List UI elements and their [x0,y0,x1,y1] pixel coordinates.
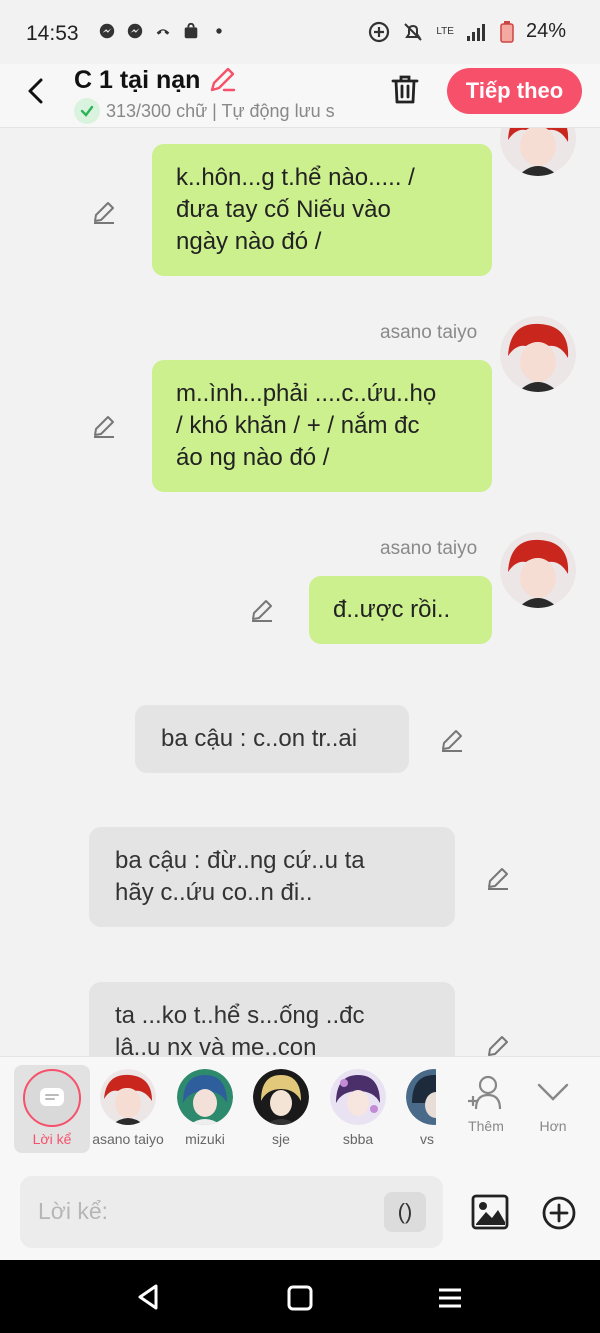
network-type: LTE [436,25,454,37]
dot-icon [216,28,222,34]
message-bubble[interactable]: m..ình...phải ....c..ứu..họ / khó khăn /… [152,360,492,492]
nav-recents-icon[interactable] [436,1284,464,1312]
call-icon [156,29,170,35]
add-label: Thêm [468,1118,504,1134]
character-vs[interactable]: vs [396,1067,436,1147]
character-label: sbba [342,1131,374,1147]
data-saver-icon [369,21,390,42]
notification-icons [98,22,228,40]
chevron-down-icon [537,1083,569,1101]
trash-icon[interactable] [388,72,422,106]
narrator-avatar [23,1069,81,1127]
narration-bubble[interactable]: ba cậu : đừ..ng cứ..u ta hãy c..ứu co..n… [89,827,455,927]
word-count-status: 313/300 chữ | Tự động lưu s [74,98,364,124]
chat-bubble-icon [40,1088,64,1106]
image-icon[interactable] [470,1192,510,1232]
next-button[interactable]: Tiếp theo [447,68,582,114]
avatar [253,1069,309,1125]
avatar [100,1069,156,1125]
status-time: 14:53 [26,22,79,45]
avatar [330,1069,386,1125]
avatar-asano-taiyo[interactable] [500,316,576,392]
input-placeholder: Lời kể: [38,1198,109,1224]
narrator-selector[interactable]: Lời kể [14,1065,90,1153]
message-bubble[interactable]: đ..ược rồi.. [309,576,492,644]
add-circle-icon[interactable] [540,1194,578,1232]
avatar-asano-taiyo[interactable] [500,128,576,176]
edit-message-icon[interactable] [90,198,118,226]
battery-icon [500,20,514,43]
check-icon [74,98,100,124]
character-sbba[interactable]: sbba [320,1067,396,1147]
app-bar: C 1 tại nạn 313/300 chữ | Tự động lưu s … [0,64,600,128]
message-bubble[interactable]: k..hôn...g t.hể nào..... / đưa tay cố Ni… [152,144,492,276]
back-icon[interactable] [22,76,52,106]
parentheses-button[interactable]: () [384,1192,426,1232]
character-label: vs [420,1131,434,1147]
character-mizuki[interactable]: mizuki [167,1067,243,1147]
message-input[interactable]: Lời kể: () [20,1176,443,1248]
avatar-asano-taiyo[interactable] [500,532,576,608]
narrator-label: Lời kể [32,1131,72,1147]
edit-message-icon[interactable] [90,412,118,440]
avatar [177,1069,233,1125]
avatar [406,1069,436,1125]
edit-message-icon[interactable] [484,1032,512,1056]
speaker-name: asano taiyo [380,538,478,559]
subtitle-text: 313/300 chữ | Tự động lưu s [106,100,335,121]
system-nav-bar [0,1260,600,1333]
edit-message-icon[interactable] [484,864,512,892]
more-label: Hơn [539,1118,567,1134]
shop-icon [184,22,198,39]
messenger-icon [127,23,143,39]
status-bar: 14:53 LTE 24% [0,0,600,64]
character-picker: Lời kể asano taiyo mizuki sje sbba vs Th… [0,1056,600,1166]
nav-home-icon[interactable] [286,1284,314,1312]
character-label: sje [272,1131,290,1147]
signal-icon [466,23,485,41]
nav-back-icon[interactable] [134,1282,164,1312]
system-icons: LTE 24% [368,20,566,43]
messenger-icon [99,23,115,39]
composer: Lời kể: () [0,1166,600,1260]
add-person-icon [468,1075,502,1110]
page-title[interactable]: C 1 tại nạn [74,66,200,95]
edit-message-icon[interactable] [438,726,466,754]
character-label: asano taiyo [92,1131,164,1147]
edit-message-icon[interactable] [248,596,276,624]
mute-icon [404,22,423,41]
chat-area[interactable]: k..hôn...g t.hể nào..... / đưa tay cố Ni… [0,128,600,1056]
character-asano-taiyo[interactable]: asano taiyo [90,1067,166,1147]
narration-bubble[interactable]: ba cậu : c..on tr..ai [135,705,409,773]
edit-title-icon[interactable] [206,64,238,96]
speaker-name: asano taiyo [380,322,478,343]
add-character-button[interactable]: Thêm [456,1071,516,1134]
more-button[interactable]: Hơn [523,1071,583,1134]
battery-percent: 24% [525,20,566,42]
character-sje[interactable]: sje [243,1067,319,1147]
character-label: mizuki [185,1131,225,1147]
narration-bubble[interactable]: ta ...ko t..hể s...ống ..đc lâ..u nx và … [89,982,455,1056]
